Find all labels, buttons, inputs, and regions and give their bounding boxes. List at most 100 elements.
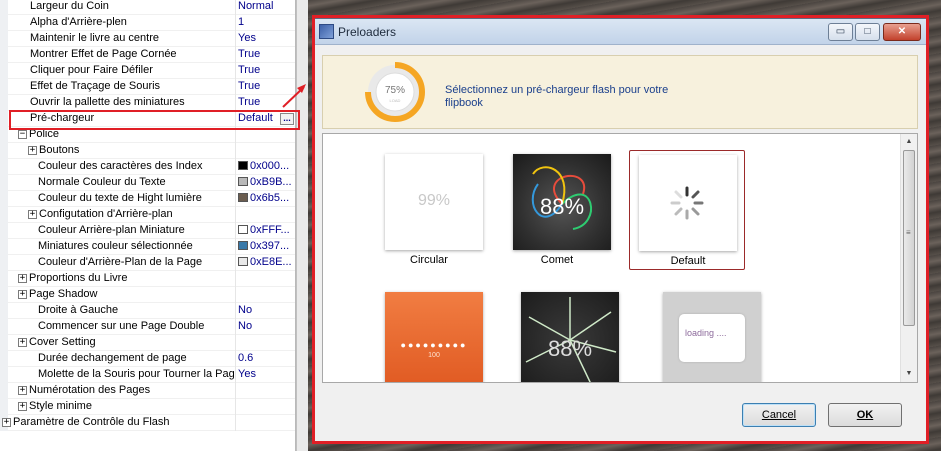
app-icon bbox=[319, 24, 334, 39]
property-name-cell: + Proportions du Livre bbox=[0, 271, 236, 287]
property-value-text: Normal bbox=[238, 0, 274, 12]
property-row[interactable]: Couleur du texte de Hight lumière 0x6b5..… bbox=[0, 191, 295, 207]
property-row[interactable]: Normale Couleur du Texte 0xB9B... bbox=[0, 175, 295, 191]
minimize-button[interactable]: ▭ bbox=[828, 23, 853, 41]
property-row[interactable]: Couleur des caractères des Index 0x000... bbox=[0, 159, 295, 175]
property-value[interactable]: 0x000... bbox=[237, 159, 295, 175]
property-value[interactable]: 0xB9B... bbox=[237, 175, 295, 191]
property-value[interactable]: 1 bbox=[237, 15, 295, 31]
property-row[interactable]: Commencer sur une Page Double No bbox=[0, 319, 295, 335]
property-value[interactable] bbox=[237, 127, 295, 143]
property-value[interactable] bbox=[237, 271, 295, 287]
property-row[interactable]: + Proportions du Livre bbox=[0, 271, 295, 287]
property-value[interactable] bbox=[237, 383, 295, 399]
property-name-cell: Pré-chargeur bbox=[0, 111, 236, 127]
property-name-cell: Cliquer pour Faire Défiler bbox=[0, 63, 236, 79]
property-row[interactable]: Alpha d'Arrière-plen 1 bbox=[0, 15, 295, 31]
property-row[interactable]: − Police bbox=[0, 127, 295, 143]
property-value[interactable]: True bbox=[237, 47, 295, 63]
dialog-titlebar[interactable]: Preloaders ▭ □ ✕ bbox=[314, 19, 926, 45]
close-button[interactable]: ✕ bbox=[883, 23, 921, 41]
property-value-text: Yes bbox=[238, 32, 256, 44]
property-value[interactable]: Yes bbox=[237, 367, 295, 383]
preloader-comet[interactable]: 88% Comet bbox=[499, 148, 615, 272]
property-row[interactable]: + Page Shadow bbox=[0, 287, 295, 303]
property-name: Proportions du Livre bbox=[29, 272, 128, 284]
scroll-down-arrow-icon[interactable]: ▼ bbox=[901, 366, 917, 382]
property-row[interactable]: Pré-chargeur Default... bbox=[0, 111, 295, 127]
property-value[interactable]: 0.6 bbox=[237, 351, 295, 367]
preloader-dots[interactable]: ●●●●●●●●● 100 bbox=[363, 288, 483, 382]
property-row[interactable]: Couleur d'Arrière-Plan de la Page 0xE8E..… bbox=[0, 255, 295, 271]
property-value[interactable] bbox=[237, 287, 295, 303]
property-value[interactable]: 0xFFF... bbox=[237, 223, 295, 239]
property-row[interactable]: Largeur du Coin Normal bbox=[0, 0, 295, 15]
property-value[interactable]: 0xE8E... bbox=[237, 255, 295, 271]
property-row[interactable]: Molette de la Souris pour Tourner la Pag… bbox=[0, 367, 295, 383]
preloader-circular[interactable]: 99% Circular bbox=[371, 148, 487, 272]
property-value[interactable]: Normal bbox=[237, 0, 295, 15]
property-value[interactable]: No bbox=[237, 319, 295, 335]
property-value-text: True bbox=[238, 80, 261, 92]
property-row[interactable]: + Numérotation des Pages bbox=[0, 383, 295, 399]
property-row[interactable]: Miniatures couleur sélectionnée 0x397... bbox=[0, 239, 295, 255]
property-value[interactable] bbox=[237, 399, 295, 415]
property-row[interactable]: Effet de Traçage de Souris True bbox=[0, 79, 295, 95]
preloader-loading[interactable]: loading .... bbox=[641, 288, 761, 382]
expand-icon[interactable]: + bbox=[18, 290, 27, 299]
property-value[interactable]: 0x6b5... bbox=[237, 191, 295, 207]
property-grid: Largeur du Coin Normal Alpha d'Arrière-ple… bbox=[0, 0, 296, 451]
property-value[interactable] bbox=[237, 207, 295, 223]
property-row[interactable]: Durée dechangement de page 0.6 bbox=[0, 351, 295, 367]
dialog-title: Preloaders bbox=[338, 25, 397, 39]
property-name-cell: + Page Shadow bbox=[0, 287, 236, 303]
preloader-burst[interactable]: 88% bbox=[499, 288, 619, 382]
ok-button[interactable]: OK bbox=[828, 403, 902, 427]
property-value[interactable]: No bbox=[237, 303, 295, 319]
property-row[interactable]: + Boutons bbox=[0, 143, 295, 159]
property-row[interactable]: Droite à Gauche No bbox=[0, 303, 295, 319]
property-value[interactable]: True bbox=[237, 63, 295, 79]
expand-icon[interactable]: + bbox=[28, 210, 37, 219]
property-value[interactable] bbox=[237, 415, 295, 431]
property-row[interactable]: + Cover Setting bbox=[0, 335, 295, 351]
expand-icon[interactable]: + bbox=[2, 418, 11, 427]
gauge-icon: 75% LOAD bbox=[365, 62, 425, 122]
scroll-up-arrow-icon[interactable]: ▲ bbox=[901, 134, 917, 150]
property-row[interactable]: Couleur Arrière-plan Miniature 0xFFF... bbox=[0, 223, 295, 239]
property-value-text: True bbox=[238, 48, 261, 60]
expand-icon[interactable]: + bbox=[18, 386, 27, 395]
property-name: Ouvrir la pallette des miniatures bbox=[30, 96, 185, 108]
expand-icon[interactable]: + bbox=[28, 146, 37, 155]
panel-splitter[interactable] bbox=[296, 0, 308, 451]
property-name-cell: Ouvrir la pallette des miniatures bbox=[0, 95, 236, 111]
maximize-button[interactable]: □ bbox=[855, 23, 880, 41]
scroll-thumb[interactable]: ≡ bbox=[903, 150, 915, 326]
property-value-text: 0x000... bbox=[250, 160, 290, 172]
expand-icon[interactable]: + bbox=[18, 274, 27, 283]
property-row[interactable]: + Paramètre de Contrôle du Flash bbox=[0, 415, 295, 431]
expand-icon[interactable]: + bbox=[18, 338, 27, 347]
property-name-cell: Couleur du texte de Hight lumière bbox=[0, 191, 236, 207]
property-row[interactable]: Ouvrir la pallette des miniatures True bbox=[0, 95, 295, 111]
loading-preview: loading .... bbox=[663, 292, 761, 382]
property-name: Effet de Traçage de Souris bbox=[30, 80, 161, 92]
property-row[interactable]: + Style minime bbox=[0, 399, 295, 415]
cancel-button[interactable]: Cancel bbox=[742, 403, 816, 427]
preloader-default[interactable]: Default bbox=[629, 150, 745, 270]
property-row[interactable]: Cliquer pour Faire Défiler True bbox=[0, 63, 295, 79]
collapse-icon[interactable]: − bbox=[18, 130, 27, 139]
property-row[interactable]: Montrer Effet de Page Cornée True bbox=[0, 47, 295, 63]
property-value[interactable] bbox=[237, 335, 295, 351]
property-value[interactable]: Yes bbox=[237, 31, 295, 47]
property-row[interactable]: + Configutation d'Arrière-plan bbox=[0, 207, 295, 223]
property-value[interactable] bbox=[237, 143, 295, 159]
property-value[interactable]: 0x397... bbox=[237, 239, 295, 255]
property-name: Normale Couleur du Texte bbox=[38, 176, 166, 188]
cancel-label: Cancel bbox=[761, 409, 797, 421]
property-row[interactable]: Maintenir le livre au centre Yes bbox=[0, 31, 295, 47]
expand-icon[interactable]: + bbox=[18, 402, 27, 411]
gallery-scrollbar[interactable]: ▲ ≡ ▼ bbox=[900, 134, 917, 382]
ellipsis-button[interactable]: ... bbox=[280, 113, 294, 125]
property-value[interactable]: Default... bbox=[237, 111, 295, 127]
